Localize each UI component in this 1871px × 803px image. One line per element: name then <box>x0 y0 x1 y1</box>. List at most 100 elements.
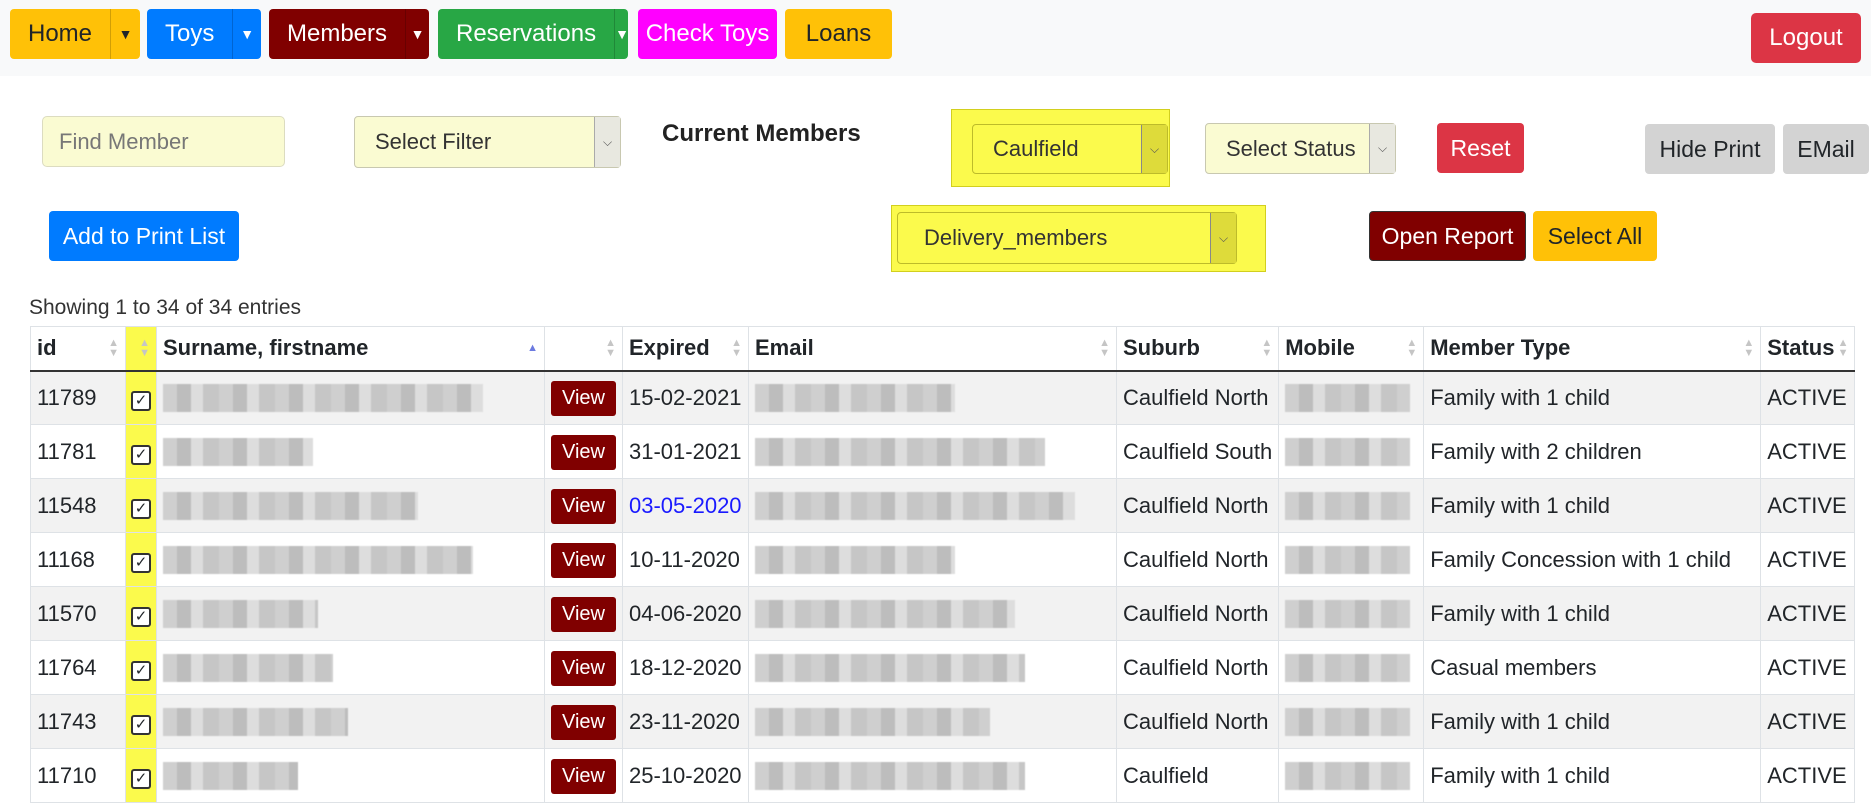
cell-name <box>156 694 545 749</box>
redacted-name <box>163 599 318 628</box>
redacted-mobile <box>1285 599 1411 628</box>
cell-expired: 03-05-2020 <box>622 478 749 533</box>
nav-home-button[interactable]: Home ▼ <box>10 9 140 59</box>
col-header-select[interactable]: ▲ ▼ <box>125 326 157 372</box>
open-report-button[interactable]: Open Report <box>1369 211 1526 261</box>
logout-button[interactable]: Logout <box>1751 13 1861 63</box>
chevron-down-icon[interactable]: ⌵ <box>594 117 620 167</box>
col-header-mobile[interactable]: Mobile ▲ ▼ <box>1278 326 1425 372</box>
reset-button[interactable]: Reset <box>1437 123 1524 173</box>
cell-member-type: Family with 1 child <box>1423 478 1762 533</box>
nav-toys-button[interactable]: Toys ▼ <box>147 9 261 59</box>
nav-reservations-button[interactable]: Reservations ▼ <box>438 9 628 59</box>
cell-email <box>748 478 1117 533</box>
caret-down-icon[interactable]: ▼ <box>232 9 261 59</box>
redacted-name <box>163 761 298 790</box>
col-header-suburb[interactable]: Suburb ▲ ▼ <box>1115 326 1280 372</box>
cell-select: ✓ <box>125 424 157 479</box>
cell-email <box>748 694 1117 749</box>
cell-suburb: Caulfield North <box>1115 532 1280 587</box>
find-member-input[interactable] <box>42 116 285 167</box>
cell-status: ACTIVE <box>1760 748 1856 803</box>
nav-members-button[interactable]: Members ▼ <box>269 9 429 59</box>
cell-mobile <box>1278 478 1425 533</box>
row-checkbox[interactable]: ✓ <box>131 444 151 465</box>
page-title: Current Members <box>662 120 861 147</box>
col-header-status[interactable]: Status ▲ ▼ <box>1760 326 1856 372</box>
view-button[interactable]: View <box>551 381 616 417</box>
cell-suburb: Caulfield North <box>1115 640 1280 695</box>
cell-name <box>156 424 545 479</box>
cell-email <box>748 640 1117 695</box>
table-header-row: id ▲ ▼ ▲ ▼ Surname, firstname ▲ ▲ ▼ Expired ▲ ▼… <box>30 326 1856 372</box>
redacted-mobile <box>1285 761 1411 790</box>
view-button[interactable]: View <box>551 597 616 632</box>
cell-id: 11789 <box>30 370 126 425</box>
cell-expired: 18-12-2020 <box>622 640 749 695</box>
view-button[interactable]: View <box>551 651 616 686</box>
redacted-mobile <box>1285 707 1411 736</box>
row-checkbox[interactable]: ✓ <box>131 498 151 519</box>
chevron-down-icon[interactable]: ⌵ <box>1369 124 1395 173</box>
row-checkbox[interactable]: ✓ <box>131 714 151 735</box>
nav-check-toys-button[interactable]: Check Toys <box>638 9 777 59</box>
chevron-down-icon[interactable]: ⌵ <box>1141 125 1167 173</box>
sort-arrows-icon: ▲ ▼ <box>1099 337 1110 360</box>
redacted-email <box>755 761 1025 790</box>
view-button[interactable]: View <box>551 759 616 794</box>
member-group-value: Delivery_members <box>924 225 1108 250</box>
col-header-email[interactable]: Email ▲ ▼ <box>748 326 1117 372</box>
col-header-member-type[interactable]: Member Type ▲ ▼ <box>1423 326 1762 372</box>
cell-suburb: Caulfield <box>1115 748 1280 803</box>
view-button[interactable]: View <box>551 489 616 524</box>
cell-mobile <box>1278 370 1425 425</box>
cell-select: ✓ <box>125 748 157 803</box>
col-header-name[interactable]: Surname, firstname ▲ <box>156 326 545 372</box>
redacted-name <box>163 707 348 736</box>
redacted-email <box>755 491 1075 520</box>
nav-loans-button[interactable]: Loans <box>785 9 892 59</box>
status-dropdown[interactable]: Select Status ⌵ <box>1205 123 1396 174</box>
view-button[interactable]: View <box>551 543 616 578</box>
table-row: 11570 ✓ View 04-06-2020 Caulfield North Famil… <box>30 586 1856 641</box>
caret-down-icon[interactable]: ▼ <box>405 9 429 59</box>
view-button[interactable]: View <box>551 705 616 740</box>
nav-members-label: Members <box>287 20 388 47</box>
col-header-id[interactable]: id ▲ ▼ <box>30 326 126 372</box>
redacted-name <box>163 653 333 682</box>
chevron-down-icon[interactable]: ⌵ <box>1210 213 1236 263</box>
member-group-dropdown[interactable]: Delivery_members ⌵ <box>897 212 1237 264</box>
cell-member-type: Family with 2 children <box>1423 424 1762 479</box>
email-button[interactable]: EMail <box>1783 124 1869 174</box>
cell-view: View <box>544 370 623 425</box>
table-row: 11168 ✓ View 10-11-2020 Caulfield North Famil… <box>30 532 1856 587</box>
sort-arrows-icon: ▲ ▼ <box>1837 337 1849 360</box>
view-button[interactable]: View <box>551 435 616 470</box>
cell-expired: 10-11-2020 <box>622 532 749 587</box>
sort-arrows-icon: ▲ ▼ <box>731 337 742 360</box>
row-checkbox[interactable]: ✓ <box>131 552 151 573</box>
cell-suburb: Caulfield North <box>1115 586 1280 641</box>
cell-name <box>156 748 545 803</box>
cell-email <box>748 370 1117 425</box>
row-checkbox[interactable]: ✓ <box>131 660 151 681</box>
redacted-name <box>163 383 483 412</box>
col-header-view[interactable]: ▲ ▼ <box>544 326 623 372</box>
select-filter-dropdown[interactable]: Select Filter ⌵ <box>354 116 621 168</box>
row-checkbox[interactable]: ✓ <box>131 390 151 411</box>
table-row: 11548 ✓ View 03-05-2020 Caulfield North Famil… <box>30 478 1856 533</box>
caret-down-icon[interactable]: ▼ <box>614 9 628 59</box>
sort-arrows-icon: ▲ ▼ <box>1261 337 1273 360</box>
suburb-dropdown[interactable]: Caulfield ⌵ <box>972 124 1168 174</box>
row-checkbox[interactable]: ✓ <box>131 768 151 789</box>
cell-id: 11710 <box>30 748 126 803</box>
add-to-print-list-button[interactable]: Add to Print List <box>49 211 239 261</box>
cell-member-type: Family with 1 child <box>1423 586 1762 641</box>
caret-down-icon[interactable]: ▼ <box>110 9 140 59</box>
row-checkbox[interactable]: ✓ <box>131 606 151 627</box>
redacted-name <box>163 491 418 520</box>
col-header-expired[interactable]: Expired ▲ ▼ <box>622 326 749 372</box>
select-all-button[interactable]: Select All <box>1533 211 1657 261</box>
select-filter-value: Select Filter <box>375 129 492 154</box>
hide-print-button[interactable]: Hide Print <box>1645 124 1775 174</box>
